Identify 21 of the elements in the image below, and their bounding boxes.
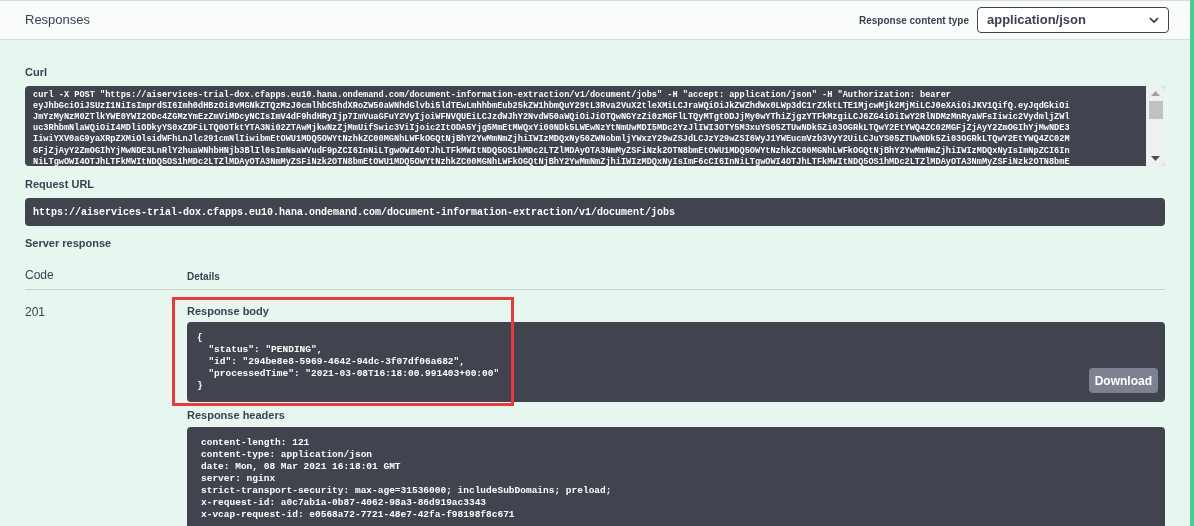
field-label: Curl — [25, 65, 47, 80]
request-url: https://aiservices-trial-dox.cfapps.eu10.hana.ondemand.com/document-information-extraction/v1/document/jobs — [25, 198, 1165, 226]
section-label: Server response — [25, 236, 113, 251]
content-type-select[interactable]: application/json — [977, 7, 1169, 33]
scrollbar[interactable] — [1146, 85, 1165, 166]
column-header: Details — [187, 269, 220, 284]
table-cell-text: 201 — [25, 303, 47, 321]
download-button[interactable]: Download — [1088, 368, 1158, 393]
field-label: Response headers — [187, 408, 286, 423]
section-title: Responses — [25, 11, 91, 30]
response-body: { "status": "PENDING", "id": "294be8e8-5969-4642-94dc-3f07df06a682", "processedTime": "2021-03-08T16:18:00.991403+00:00" } — [197, 332, 500, 392]
column-header: Code — [25, 266, 55, 284]
field-label: Request URL — [25, 176, 96, 192]
scroll-up-icon[interactable] — [1151, 90, 1160, 96]
chevron-down-icon — [1149, 16, 1159, 24]
scrollbar-thumb[interactable] — [1148, 100, 1163, 119]
response-headers: content-length: 121 content-type: application/json date: Mon, 08 Mar 2021 16:18:01 GMT server: nginx strict-transport-security: max-age=31536000; includeSubDomains; preload; x-request-id: a0c7ab1a-0b87-4062-98a3-86d919ac3343 x-vcap-request-id: e0568a72-7721-48e7-42fa-f98198f8c671 — [201, 436, 613, 521]
field-label: Response body — [187, 303, 269, 319]
scroll-down-icon[interactable] — [1151, 155, 1160, 161]
curl-command: curl -X POST "https://aiservices-trial-dox.cfapps.eu10.hana.ondemand.com/document-information-extraction/v1/document/jobs" -H "accept: application/json" -H "Authorization: bearer eyJhbGciOiJSUzI1NiIsImprdSI6Imh0dHBzOi8vMGNkZTQzMzJ0cmlhbC5hdXRoZW50aWNhdGlvbi5ldTEwLmhhbmEub25kZW1hbmQuY29tL3Rva2VuX2tleXMiLCJraWQiOiJkZWZhdWx0LWp3dC1rZXktLTE1MjcwMjk2MjMiLCJ0eXAiOiJKV1QifQ.eyJqdGkiOi JmYzMyNzM0ZTlkYWE0YWI2ODc4ZGMzYmEzZmViMDcyNCIsImV4dF9hdHRyIjp7ImVuaGFuY2VyIjoiWFNVQUEiLCJzdWJhY2NvdW50aWQiOiJiOTQwNGYzZi0zMGFlLTQyMTgtODJjMy0wYThiZjgzYTFkMzgiLCJ6ZG4iOiIwY2RlNDMzMnRyaWFsIiwic2VydmljZWl uc3RhbmNlaWQiOiI4MDliODkyYS0xZDFiLTQ0OTktYTA3Ni02ZTAwMjkwNzZjMmUifSwic3ViIjoic2ItODA5Yjg5MmEtMWQxYi00NDk5LWEwNzYtNmUwMDI5MDc2YzJlIWI3OTY5M3xuYS05ZTUwNDk5Zi03OGRkLTQwY2EtYWQ4ZC02MGFjZjAyY2ZmOGIhYjMwNDE3 IiwiYXV0aG9yaXRpZXMiOlsidWFhLnJlc291cmNlIiwibmEtOWU1MDQ5OWYtNzhkZC00MGNhLWFkOGQtNjBhY2YwMmNmZjhiIWIzMDQxNy50ZWNobmljYWxzY29wZSJdLCJzY29wZSI6WyJ1YWEucmVzb3VyY2UiLCJuYS05ZTUwNDk5Zi03OGRkLTQwY2EtYWQ4ZC02M GFjZjAyY2ZmOGIhYjMwNDE3LnRlY2huaWNhbHNjb3BlIl0sImNsaWVudF9pZCI6InNiLTgwOWI4OTJhLTFkMWItNDQ5OS1hMDc2LTZlMDAyOTA3NmMyZSFiNzk2OTN8bmEtOWU1MDQ5OWYtNzhkZC00MGNhLWFkOGQtNjBhY2YwMmNmZjhiIWIzMDQxNyIsImNpZCI6In NiLTgwOWI4OTJhLTFkMWItNDQ5OS1hMDc2LTZlMDAyOTA3NmMyZSFiNzk2OTN8bmEtOWU1MDQ5OWYtNzhkZC00MGNhLWFkOGQtNjBhY2YwMmNmZjhiIWIzMDQxNyIsImF6cCI6InNiLTgwOWI4OTJhLTFkMWItNDQ5OS1hMDc2LTZlMDAyOTA3NmMyZSFiNzk2OTN8bmE — [32, 88, 1071, 166]
field-label: Response content type — [858, 13, 969, 28]
